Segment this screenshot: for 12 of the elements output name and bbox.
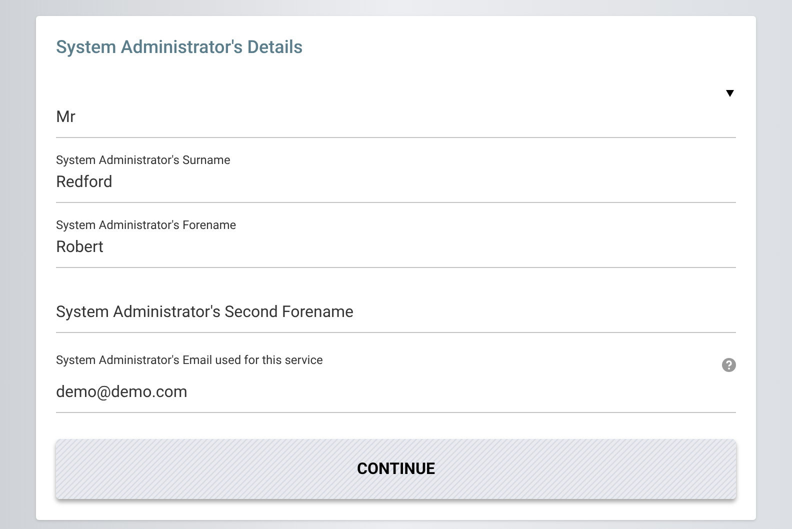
field-label: System Administrator's Email used for this service: [56, 352, 323, 368]
continue-button[interactable]: CONTINUE: [56, 439, 736, 499]
input-field[interactable]: Robert: [56, 237, 736, 257]
field-label: System Administrator's Forename: [56, 217, 236, 233]
input-field[interactable]: demo@demo.com: [56, 382, 736, 402]
input-field[interactable]: Redford: [56, 172, 736, 192]
form-title: System Administrator's Details: [56, 36, 304, 60]
input-field[interactable]: System Administrator's Second Forename: [56, 302, 736, 322]
help-icon[interactable]: [722, 358, 736, 372]
title-select[interactable]: Mr: [56, 83, 736, 127]
caret-icon: [726, 90, 734, 97]
field-label: System Administrator's Surname: [56, 152, 230, 168]
